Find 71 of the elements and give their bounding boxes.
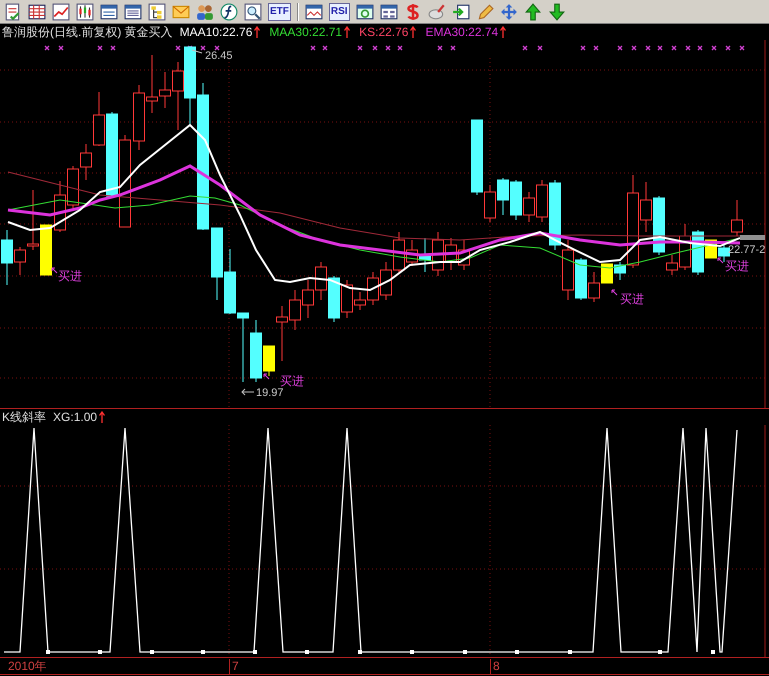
- chart-title: 鲁润股份(日线.前复权) 黄金买入: [2, 24, 173, 40]
- candlestick: [224, 248, 236, 314]
- wave-chart-icon[interactable]: [304, 2, 323, 20]
- table-icon[interactable]: [28, 2, 46, 20]
- axis-label: 2010年: [7, 659, 47, 674]
- leader-line: [52, 268, 58, 274]
- axis-label: 8: [490, 659, 500, 674]
- candlestick: [133, 84, 145, 150]
- candlestick: [302, 280, 314, 318]
- indicator-title: K线斜率: [2, 408, 46, 426]
- refresh-window-icon[interactable]: [356, 2, 374, 20]
- candlestick: [432, 232, 444, 276]
- leader-line: [718, 258, 724, 264]
- candlestick: [380, 262, 392, 300]
- price-label: 26.45: [205, 50, 233, 62]
- candlestick: [54, 180, 66, 232]
- report-icon[interactable]: [4, 2, 22, 20]
- down-arrow-icon[interactable]: [548, 2, 566, 20]
- candlestick: [731, 200, 743, 236]
- pencil-icon[interactable]: [476, 2, 494, 20]
- candlestick: [419, 238, 431, 272]
- up-arrow-icon[interactable]: [524, 2, 542, 20]
- leader-line: [192, 50, 202, 54]
- up-arrow-icon: [254, 26, 260, 38]
- up-arrow-icon: [344, 26, 350, 38]
- candlestick: [718, 244, 730, 262]
- indicator-value: MAA10:22.76: [180, 25, 252, 39]
- window-icon[interactable]: [100, 2, 118, 20]
- indicator-value: MAA30:22.71: [269, 25, 342, 39]
- up-arrow-icon: [410, 26, 416, 38]
- window-icon[interactable]: [124, 2, 142, 20]
- candlestick: [575, 258, 587, 300]
- candlestick: [315, 262, 327, 300]
- search-icon[interactable]: [244, 2, 262, 20]
- indicator-value: XG:1.00: [53, 410, 98, 424]
- leader-line: [264, 374, 270, 380]
- leader-line: [612, 290, 618, 296]
- buy-signal-label: 买进: [620, 292, 644, 306]
- formula-icon[interactable]: [220, 2, 238, 20]
- candlestick: [67, 166, 79, 208]
- buy-signal-label: 买进: [58, 269, 82, 283]
- candlestick: [445, 238, 457, 270]
- leader-line: [241, 388, 254, 396]
- candlestick: [40, 224, 52, 276]
- tree-icon[interactable]: [148, 2, 166, 20]
- candlestick: [497, 178, 509, 216]
- toolbar-button[interactable]: RSI: [328, 2, 350, 20]
- candlestick: [458, 240, 470, 270]
- indicator-value: EMA30:22.74: [425, 25, 498, 39]
- candlestick: [328, 276, 340, 322]
- candlestick-icon[interactable]: [76, 2, 94, 20]
- buy-signal-label: 买进: [725, 259, 749, 273]
- toolbar-button[interactable]: ETF: [268, 2, 291, 20]
- candlestick: [237, 312, 249, 382]
- buy-signal-label: 买进: [280, 374, 304, 388]
- candlestick: [510, 180, 522, 220]
- grid-window-icon[interactable]: [380, 2, 398, 20]
- candlestick: [562, 240, 574, 300]
- move-icon[interactable]: [500, 2, 518, 20]
- candlestick: [523, 192, 535, 222]
- up-arrow-icon: [500, 26, 506, 38]
- import-icon[interactable]: [452, 2, 470, 20]
- axis-label: 7: [229, 659, 239, 674]
- up-arrow-icon: [99, 411, 106, 423]
- users-icon[interactable]: [196, 2, 214, 20]
- line-chart-icon[interactable]: [52, 2, 70, 20]
- price-label: 19.97: [256, 387, 284, 399]
- tools-icon[interactable]: [428, 2, 446, 20]
- price-marker: [740, 235, 765, 240]
- indicator-value: KS:22.76: [359, 25, 408, 39]
- candlestick: [289, 290, 301, 330]
